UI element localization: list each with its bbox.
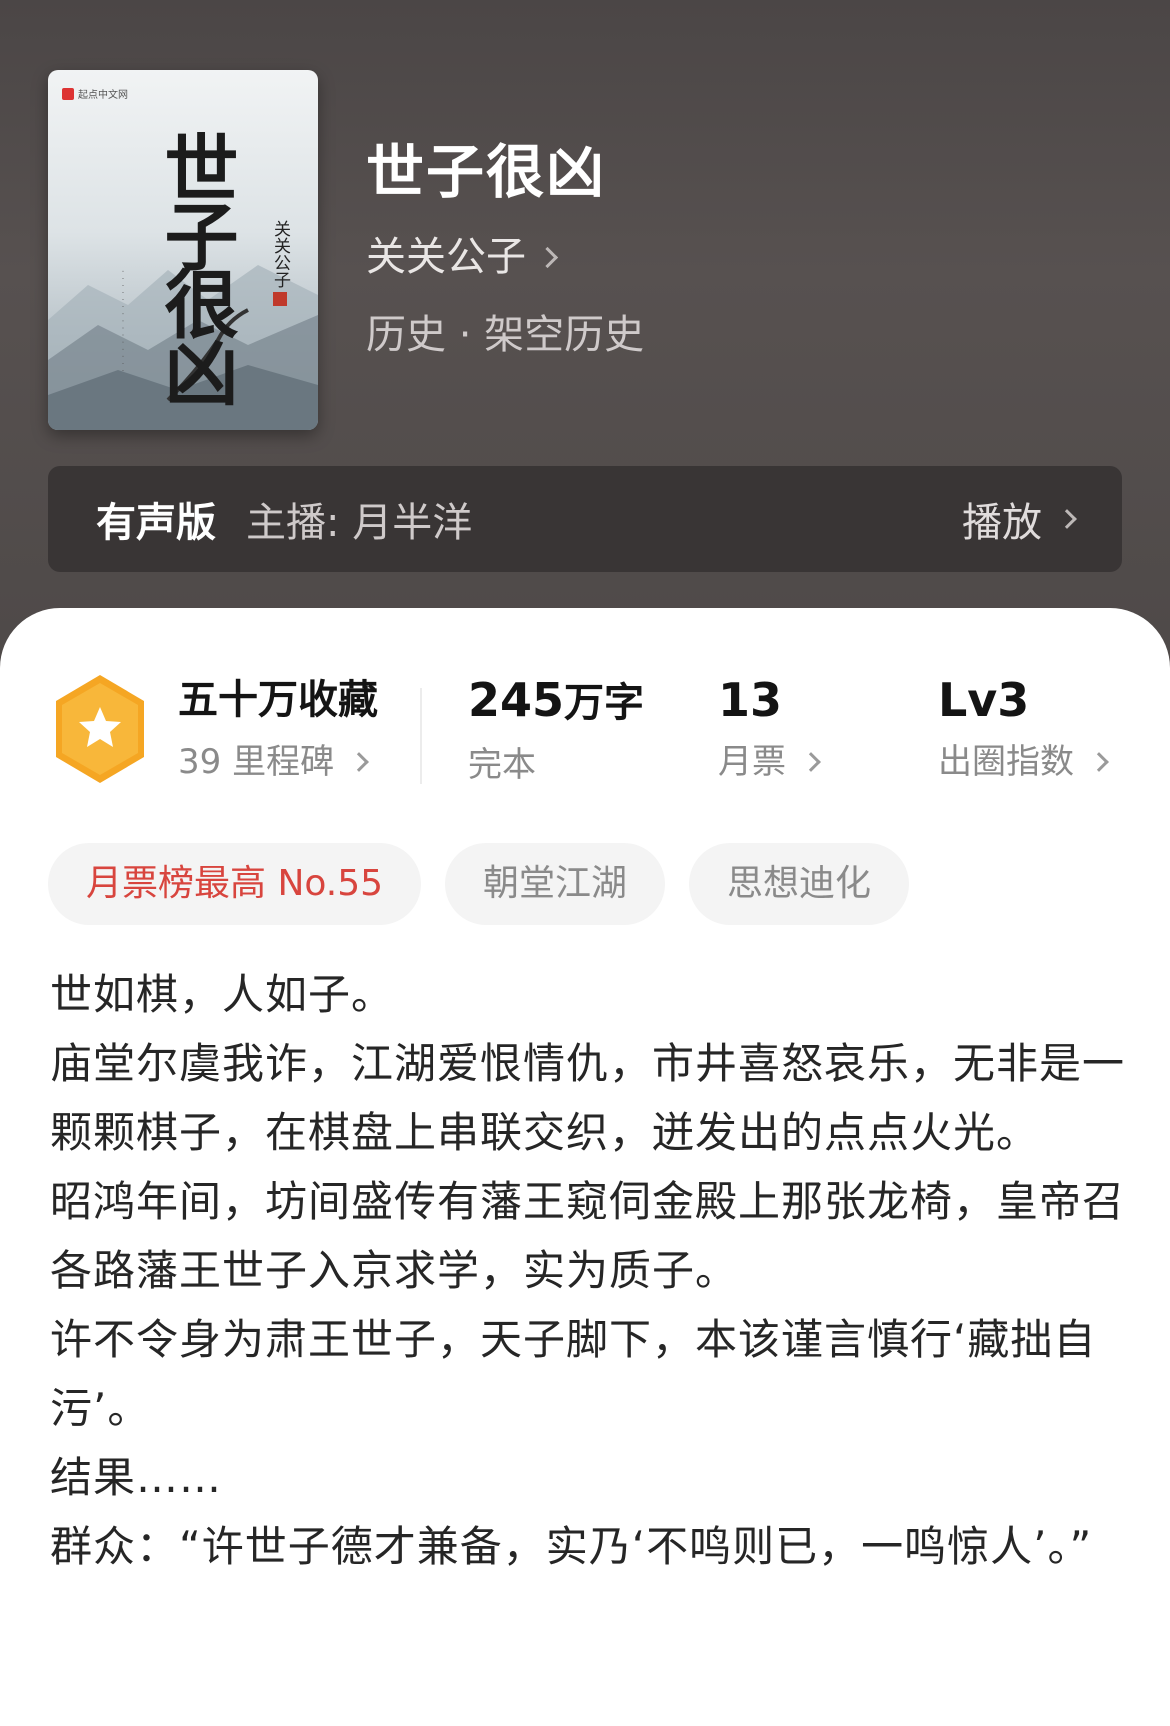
cover-publisher-logo: 起点中文网 (62, 86, 128, 101)
stat-words-sub: 完本 (468, 745, 536, 785)
cover-title: 世子很凶 (152, 130, 238, 402)
stat-level-value: Lv3 (938, 673, 1030, 727)
play-label: 播放 (962, 500, 1042, 546)
chevron-right-icon (536, 246, 559, 268)
chevron-right-icon (1089, 752, 1109, 772)
description-paragraph: 庙堂尔虞我诈，江湖爱恨情仇，市井喜怒哀乐，无非是一颗颗棋子，在棋盘上串联交织，迸… (50, 1039, 1126, 1157)
stat-level-sub: 出圈指数 (938, 740, 1109, 784)
author-name: 关关公子 (366, 234, 526, 280)
seal-stamp (273, 292, 287, 306)
cover-fine-print: · · · · · · · · · · · · · · · (118, 270, 127, 373)
description-paragraph: 世如棋，人如子。 (50, 970, 395, 1019)
tag-list: 月票榜最高 No.55 朝堂江湖 思想迪化 (48, 843, 910, 925)
audio-version-bar[interactable]: 有声版 主播: 月半洋 播放 (48, 466, 1122, 572)
stat-divider (420, 688, 422, 784)
book-description[interactable]: 世如棋，人如子。 庙堂尔虞我诈，江湖爱恨情仇，市井喜怒哀乐，无非是一颗颗棋子，在… (50, 960, 1130, 1581)
stat-collection-value: 五十万收藏 (178, 677, 378, 723)
chevron-right-icon (801, 752, 821, 772)
tag-ranking[interactable]: 月票榜最高 No.55 (48, 843, 422, 925)
stat-tickets-value: 13 (718, 673, 783, 727)
chevron-right-icon (349, 752, 369, 772)
stat-monthly-tickets[interactable]: 13 月票 (718, 672, 821, 784)
description-paragraph: 许不令身为肃王世子，天子脚下，本该谨言慎行‘藏拙自污’。 (50, 1315, 1097, 1433)
star-badge-icon (56, 675, 144, 783)
description-paragraph: 结果…… (50, 1453, 223, 1502)
stat-tickets-sub: 月票 (718, 740, 821, 784)
stat-popularity-level[interactable]: Lv3 出圈指数 (938, 672, 1109, 784)
description-paragraph: 群众：“许世子德才兼备，实乃‘不鸣则已，一鸣惊人’。” (50, 1522, 1093, 1571)
audio-host: 主播: 月半洋 (246, 500, 473, 546)
stat-words-value: 245万字 (468, 673, 645, 727)
audio-label: 有声版 (96, 500, 216, 546)
tag-item[interactable]: 朝堂江湖 (445, 843, 666, 925)
chevron-right-icon (1057, 509, 1077, 529)
author-link[interactable]: 关关公子 (366, 232, 559, 282)
stat-collection-sub: 39 里程碑 (178, 740, 378, 784)
book-genre: 历史 · 架空历史 (366, 312, 645, 358)
description-paragraph: 昭鸿年间，坊间盛传有藩王窥伺金殿上那张龙椅，皇帝召各路藩王世子入京求学，实为质子… (50, 1177, 1126, 1295)
stat-collection[interactable]: 五十万收藏 39 里程碑 (178, 672, 378, 784)
play-button[interactable]: 播放 (962, 490, 1077, 548)
tag-item[interactable]: 思想迪化 (689, 843, 910, 925)
book-detail-card: 五十万收藏 39 里程碑 245万字 完本 13 月票 Lv3 出圈指数 月票榜… (0, 608, 1170, 1726)
book-cover[interactable]: 起点中文网 · · · · · · · · · · · · · · · 世子很凶… (48, 70, 318, 430)
stat-words: 245万字 完本 (468, 672, 644, 787)
book-title: 世子很凶 (366, 138, 607, 206)
book-header: 起点中文网 · · · · · · · · · · · · · · · 世子很凶… (0, 0, 1170, 680)
cover-author: 关关公子 (268, 220, 293, 306)
